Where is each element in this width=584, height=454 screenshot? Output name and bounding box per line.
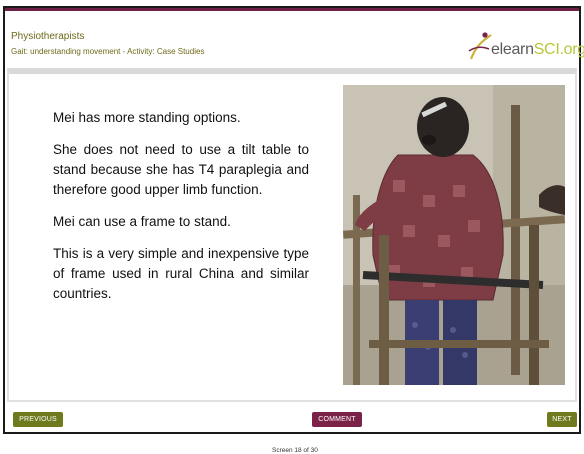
slide-paragraph: This is a very simple and inexpensive ty… [53, 246, 309, 301]
previous-button[interactable]: PREVIOUS [13, 412, 63, 427]
comment-button[interactable]: COMMENT [312, 412, 362, 427]
module-breadcrumb: Gait: understanding movement - Activity:… [11, 47, 205, 56]
logo-suffix: SCI.org [533, 41, 584, 58]
elearnsci-logo: elearnSCI.org [465, 29, 584, 65]
screen-counter: Screen 18 of 30 [272, 447, 318, 454]
navigation-bar: PREVIOUS COMMENT NEXT [5, 402, 579, 432]
slide-paragraph: Mei has more standing options. [53, 110, 241, 125]
slide-paragraph: She does not need to use a tilt table to… [53, 142, 309, 197]
slide-paragraph: Mei can use a frame to stand. [53, 214, 231, 229]
standing-frame-photo [343, 85, 565, 385]
course-window: Physiotherapists Gait: understanding mov… [3, 6, 584, 454]
logo-wordmark: elearnSCI.org [491, 41, 584, 59]
next-button[interactable]: NEXT [547, 412, 577, 427]
slide-text-block: Mei has more standing options. She does … [53, 108, 309, 316]
course-header: Physiotherapists Gait: understanding mov… [5, 8, 584, 68]
logo-prefix: elearn [491, 41, 534, 58]
course-audience-title: Physiotherapists [11, 31, 85, 42]
standing-frame-illustration [343, 85, 565, 385]
slide-content-area: Mei has more standing options. She does … [7, 68, 577, 454]
